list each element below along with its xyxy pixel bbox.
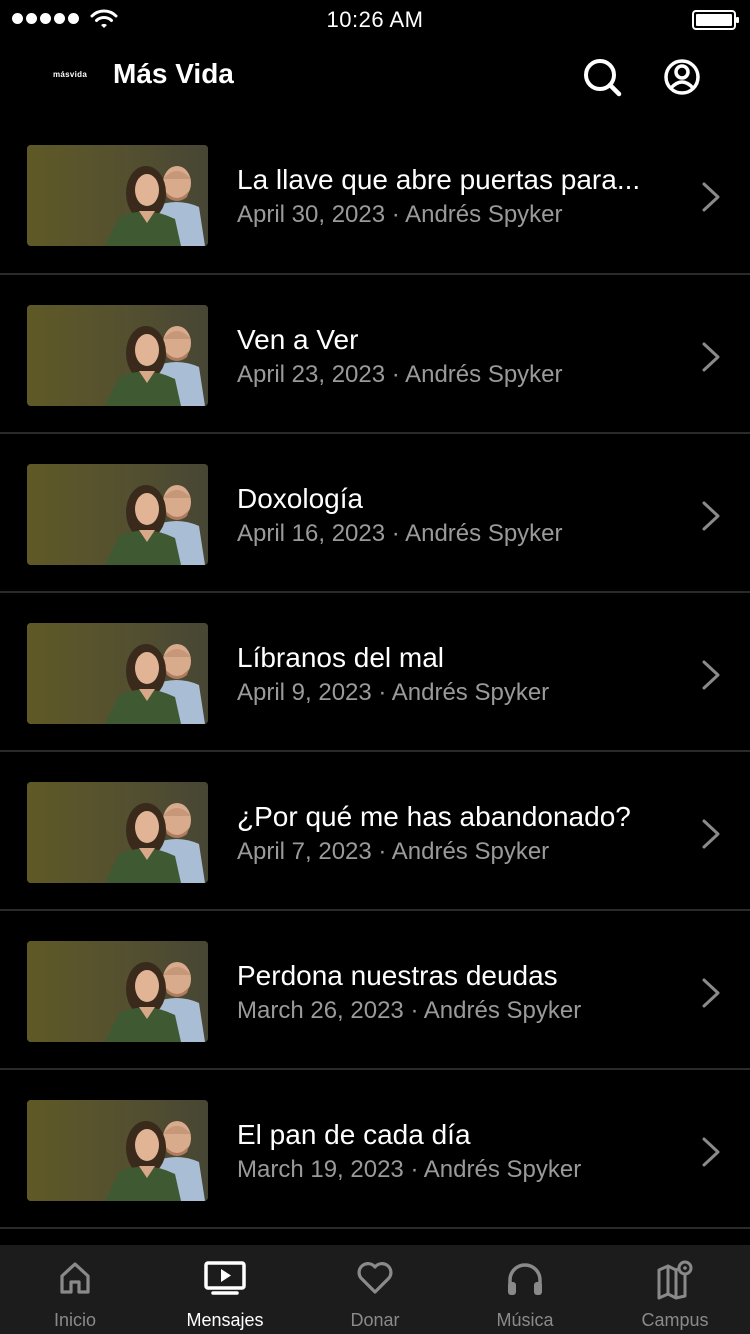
message-thumbnail: [27, 464, 208, 565]
tab-label: Mensajes: [186, 1310, 264, 1330]
tab-mensajes[interactable]: Mensajes: [150, 1245, 300, 1334]
message-row[interactable]: Doxología April 16, 2023 · Andrés Spyker: [0, 434, 750, 593]
message-title: La llave que abre puertas para...: [237, 164, 641, 195]
message-row[interactable]: Líbranos del mal April 9, 2023 · Andrés …: [0, 593, 750, 752]
chevron-right-icon: [702, 342, 720, 372]
tab-bar: Inicio Mensajes Donar Música Campus: [0, 1245, 750, 1334]
message-row[interactable]: Ven a Ver April 23, 2023 · Andrés Spyker: [0, 275, 750, 434]
message-row[interactable]: El pan de cada día March 19, 2023 · Andr…: [0, 1070, 750, 1229]
search-icon[interactable]: [580, 55, 624, 99]
message-title: El pan de cada día: [237, 1119, 471, 1150]
tab-donar[interactable]: Donar: [300, 1245, 450, 1334]
chevron-right-icon: [702, 501, 720, 531]
message-row[interactable]: Perdona nuestras deudas March 26, 2023 ·…: [0, 911, 750, 1070]
message-meta: April 7, 2023 · Andrés Spyker: [237, 838, 550, 865]
message-thumbnail: [27, 145, 208, 246]
message-meta: March 26, 2023 · Andrés Spyker: [237, 997, 582, 1024]
message-thumbnail: [27, 941, 208, 1042]
chevron-right-icon: [702, 182, 720, 212]
status-bar: 10:26 AM: [0, 0, 750, 40]
message-thumbnail: [27, 305, 208, 406]
message-title: Perdona nuestras deudas: [237, 960, 558, 991]
tab-label: Inicio: [53, 1310, 97, 1330]
message-row[interactable]: La llave que abre puertas para... April …: [0, 115, 750, 275]
battery-icon: [692, 10, 739, 30]
page-title: Más Vida: [113, 58, 234, 89]
status-time: 10:26 AM: [326, 7, 424, 32]
tab-musica[interactable]: Música: [450, 1245, 600, 1334]
message-thumbnail: [27, 782, 208, 883]
message-meta: March 19, 2023 · Andrés Spyker: [237, 1156, 582, 1183]
message-title: Ven a Ver: [237, 324, 359, 355]
message-title: Doxología: [237, 483, 364, 514]
message-meta: April 16, 2023 · Andrés Spyker: [237, 520, 563, 547]
tab-inicio[interactable]: Inicio: [0, 1245, 150, 1334]
chevron-right-icon: [702, 819, 720, 849]
message-row[interactable]: ¿Por qué me has abandonado? April 7, 202…: [0, 752, 750, 911]
message-title: ¿Por qué me has abandonado?: [237, 801, 631, 832]
message-list: La llave que abre puertas para... April …: [0, 115, 750, 1229]
message-title: Líbranos del mal: [237, 642, 445, 673]
tab-label: Donar: [350, 1310, 400, 1330]
message-thumbnail: [27, 623, 208, 724]
message-meta: April 23, 2023 · Andrés Spyker: [237, 361, 563, 388]
tab-label: Campus: [641, 1310, 709, 1330]
tab-campus[interactable]: Campus: [600, 1245, 750, 1334]
chevron-right-icon: [702, 1137, 720, 1167]
tab-label: Música: [496, 1310, 554, 1330]
account-icon[interactable]: [660, 55, 704, 99]
message-thumbnail: [27, 1100, 208, 1201]
message-meta: April 9, 2023 · Andrés Spyker: [237, 679, 550, 706]
brand-logo: másvida: [53, 70, 88, 79]
message-meta: April 30, 2023 · Andrés Spyker: [237, 201, 563, 228]
app-header: másvida Más Vida: [0, 40, 750, 114]
chevron-right-icon: [702, 660, 720, 690]
chevron-right-icon: [702, 978, 720, 1008]
